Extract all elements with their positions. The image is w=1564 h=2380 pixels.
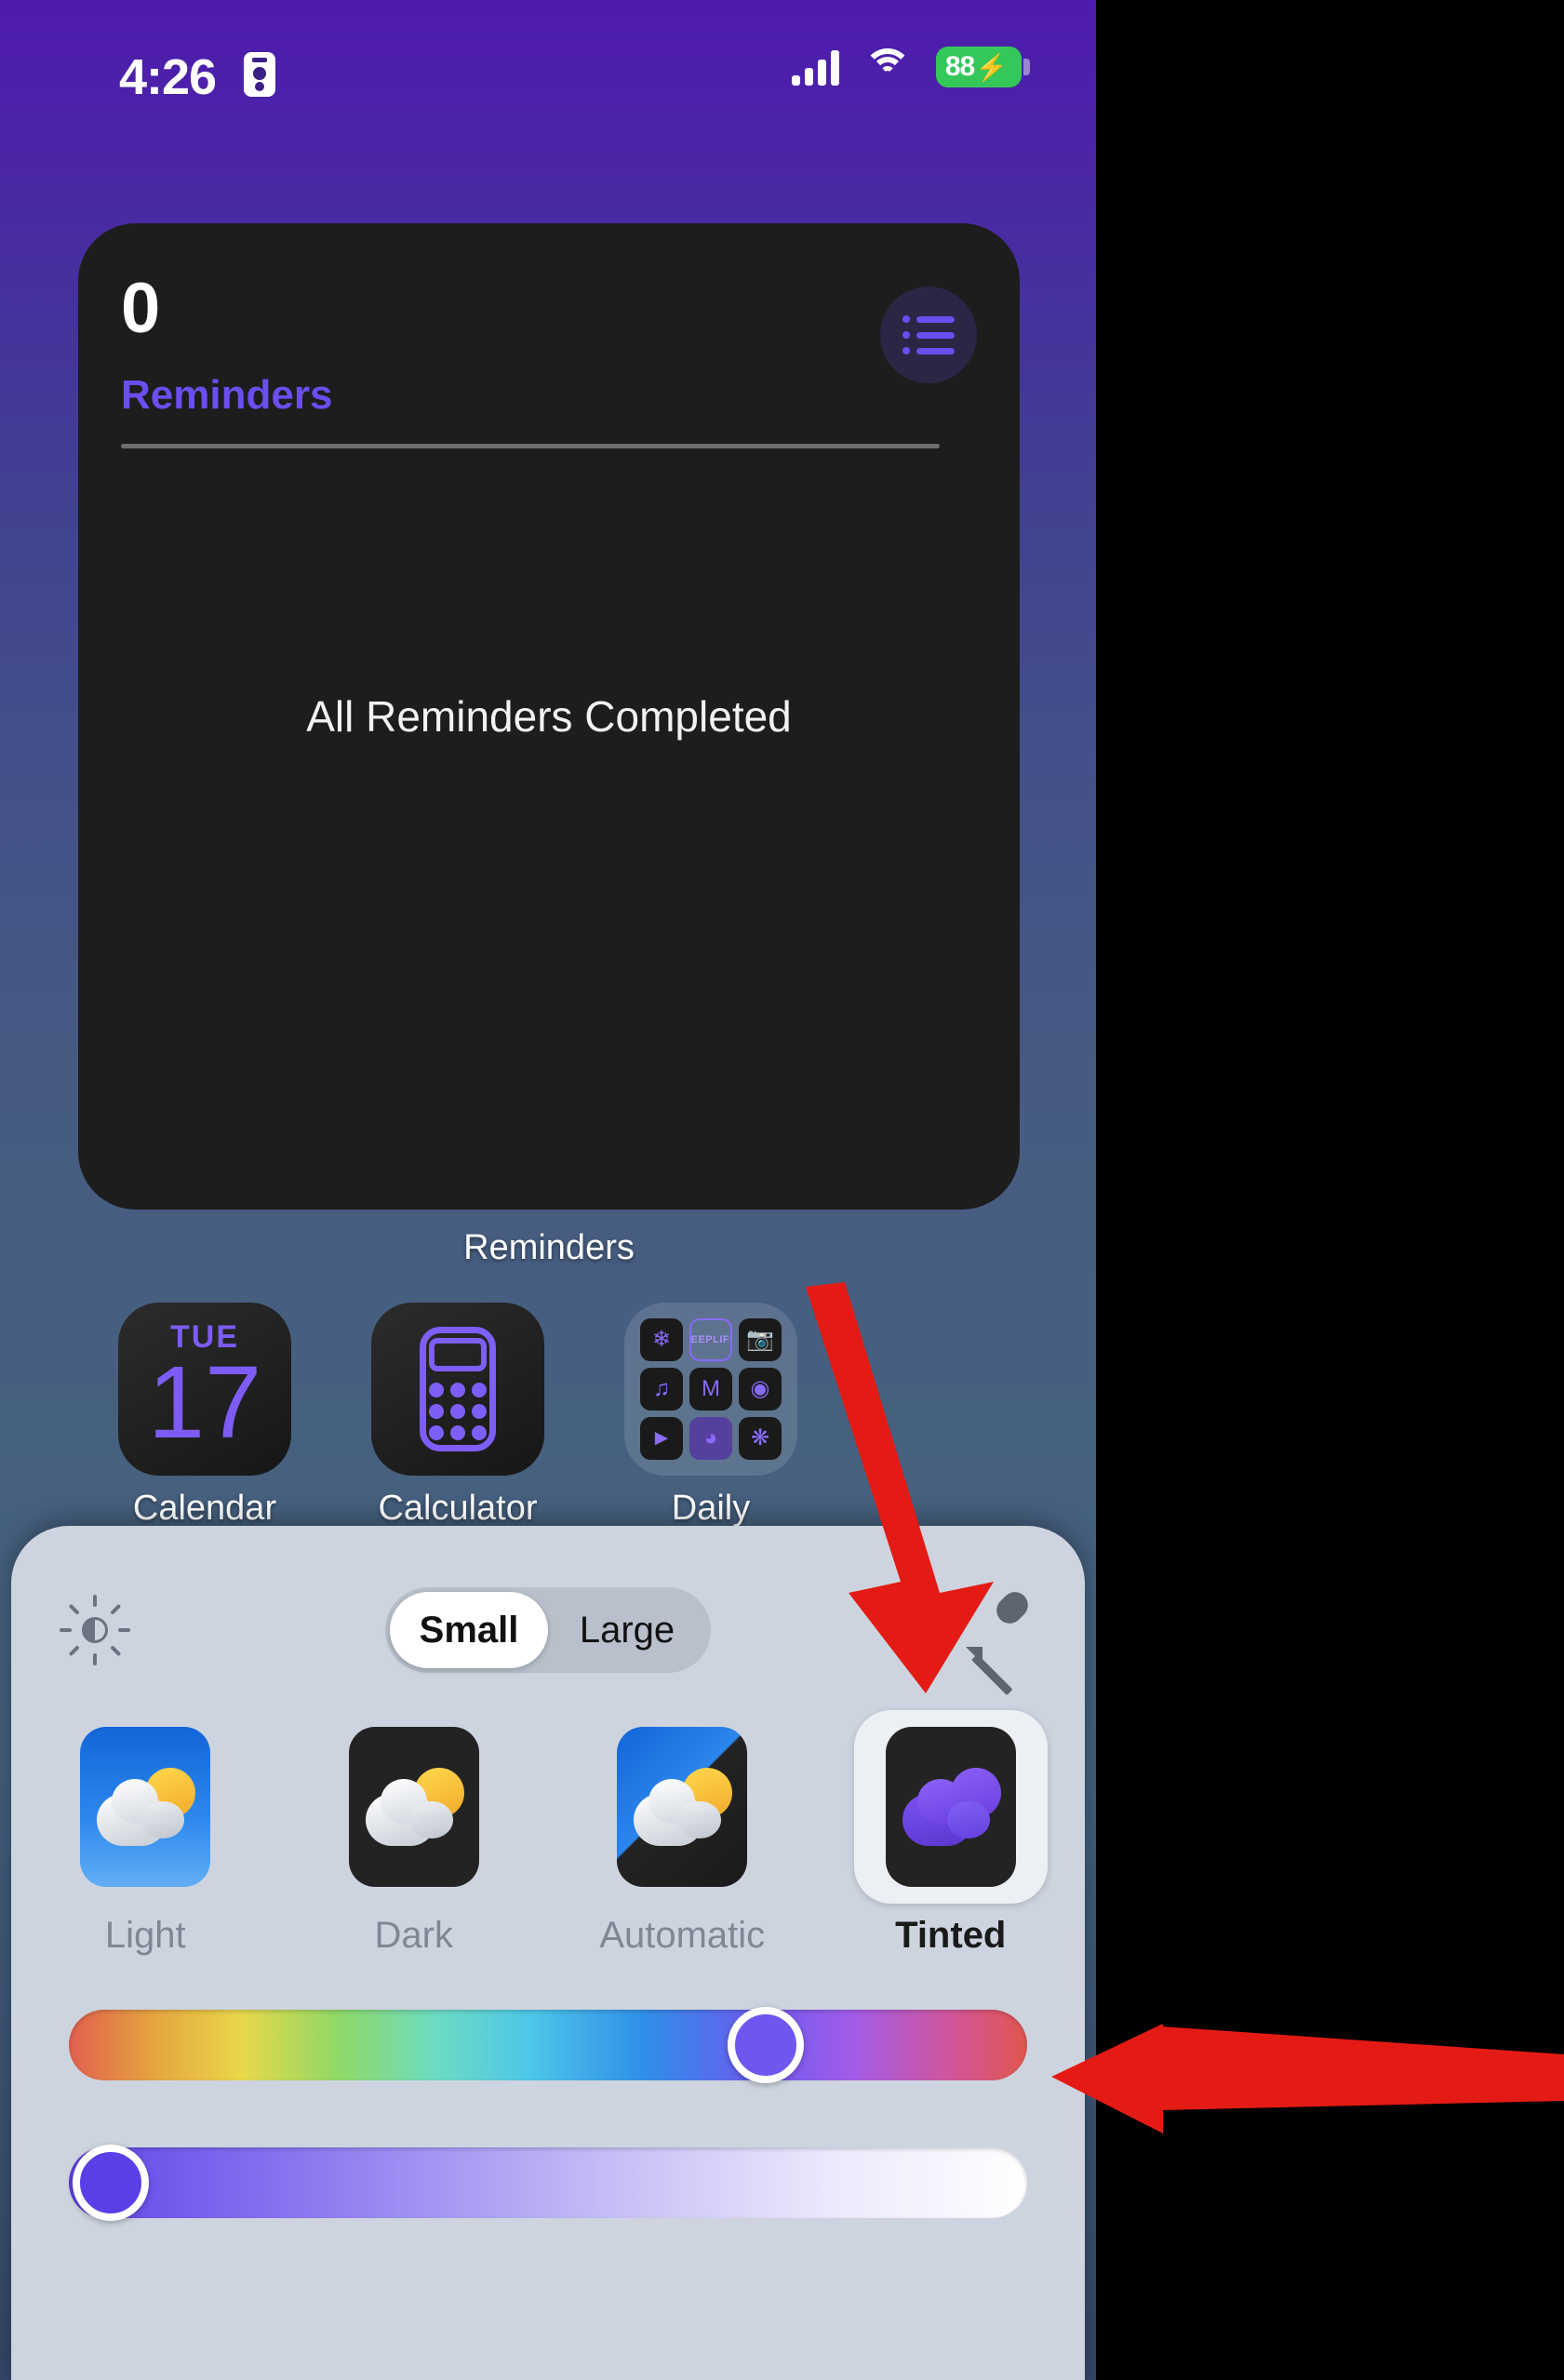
jeeplife-icon: JEEPLIFE — [689, 1318, 732, 1361]
reminders-widget[interactable]: All Reminders Completed 0 Reminders — [78, 223, 1020, 1210]
widget-empty-message: All Reminders Completed — [306, 692, 792, 741]
theme-option-tinted[interactable]: Tinted — [817, 1710, 1086, 1971]
list-glyph — [902, 315, 955, 354]
app-calculator[interactable]: Calculator — [331, 1303, 584, 1535]
widget-title: Reminders — [121, 372, 333, 418]
app-calendar[interactable]: TUE 17 Calendar — [78, 1303, 331, 1535]
weather-cloud-icon — [91, 1766, 199, 1848]
widget-label: Reminders — [463, 1228, 635, 1267]
saturation-slider[interactable] — [69, 2145, 1027, 2221]
chrome-icon: ◉ — [739, 1368, 782, 1411]
customization-panel: Small Large Light Dark Automatic Tinted — [11, 1526, 1085, 2380]
openai-icon: ❋ — [739, 1417, 782, 1460]
phone-screen: 4:26 88 ⚡ All Reminders Completed 0 Remin… — [0, 0, 1096, 2380]
calculator-keys — [429, 1383, 487, 1440]
screenshot-root: 4:26 88 ⚡ All Reminders Completed 0 Remin… — [0, 0, 1564, 2380]
app-icon: ◕ — [689, 1417, 732, 1460]
theme-option-automatic[interactable]: Automatic — [548, 1710, 817, 1971]
calendar-icon[interactable]: TUE 17 — [118, 1303, 291, 1476]
app-folder-daily[interactable]: ❄ JEEPLIFE 📷 ♫ M ◉ ► ◕ ❋ Daily — [584, 1303, 837, 1535]
calendar-day: 17 — [147, 1345, 262, 1460]
status-bar: 4:26 88 ⚡ — [0, 0, 1096, 140]
flower-icon: ❄ — [640, 1318, 683, 1361]
widget-divider — [121, 444, 940, 448]
theme-label-light: Light — [104, 1915, 186, 1956]
theme-option-dark[interactable]: Dark — [280, 1710, 549, 1971]
battery-icon: 88 ⚡ — [936, 47, 1030, 87]
weather-cloud-icon — [628, 1766, 736, 1848]
status-bar-clock: 4:26 — [119, 49, 217, 105]
weather-cloud-icon — [897, 1766, 1005, 1848]
battery-percent-label: 88 — [944, 51, 975, 82]
gmail-icon: M — [689, 1368, 732, 1411]
video-camera-icon: ► — [640, 1417, 683, 1460]
charging-bolt-icon: ⚡ — [975, 52, 1008, 82]
eyedropper-icon[interactable] — [962, 1586, 1034, 1696]
panel-toolbar: Small Large — [11, 1569, 1085, 1696]
tinted-swatch — [885, 1727, 1016, 1887]
wifi-icon — [863, 48, 912, 86]
app-label-daily: Daily — [671, 1489, 751, 1528]
light-swatch — [80, 1727, 211, 1887]
segment-large[interactable]: Large — [548, 1592, 706, 1668]
segment-small[interactable]: Small — [390, 1592, 548, 1668]
weather-cloud-icon — [360, 1766, 468, 1848]
theme-option-light[interactable]: Light — [11, 1710, 280, 1971]
theme-label-dark: Dark — [374, 1915, 453, 1956]
hue-slider[interactable] — [69, 2007, 1027, 2083]
icon-size-segmented-control[interactable]: Small Large — [385, 1587, 711, 1673]
app-label-calendar: Calendar — [132, 1489, 277, 1528]
music-note-icon: ♫ — [640, 1368, 683, 1411]
cellular-signal-icon — [792, 48, 839, 86]
brightness-icon[interactable] — [60, 1595, 130, 1665]
hue-slider-knob[interactable] — [728, 2007, 804, 2083]
calculator-screen — [429, 1338, 487, 1371]
arrow-pointing-to-hue-slider — [1051, 2024, 1564, 2133]
calculator-icon[interactable] — [371, 1303, 544, 1476]
screen-record-icon — [244, 52, 275, 97]
app-row: TUE 17 Calendar Calculator ❄ JE — [78, 1303, 1020, 1535]
automatic-swatch — [617, 1727, 748, 1887]
saturation-slider-knob[interactable] — [73, 2145, 149, 2221]
folder-icon[interactable]: ❄ JEEPLIFE 📷 ♫ M ◉ ► ◕ ❋ — [624, 1303, 797, 1476]
theme-options: Light Dark Automatic Tinted — [11, 1710, 1085, 1971]
widget-count: 0 — [121, 269, 161, 348]
bulleted-list-icon[interactable] — [880, 287, 977, 383]
camera-icon: 📷 — [739, 1318, 782, 1361]
status-bar-indicators: 88 ⚡ — [792, 47, 1030, 87]
theme-label-tinted: Tinted — [895, 1915, 1007, 1956]
dark-swatch — [348, 1727, 479, 1887]
theme-label-automatic: Automatic — [599, 1915, 766, 1956]
app-label-calculator: Calculator — [378, 1489, 538, 1528]
